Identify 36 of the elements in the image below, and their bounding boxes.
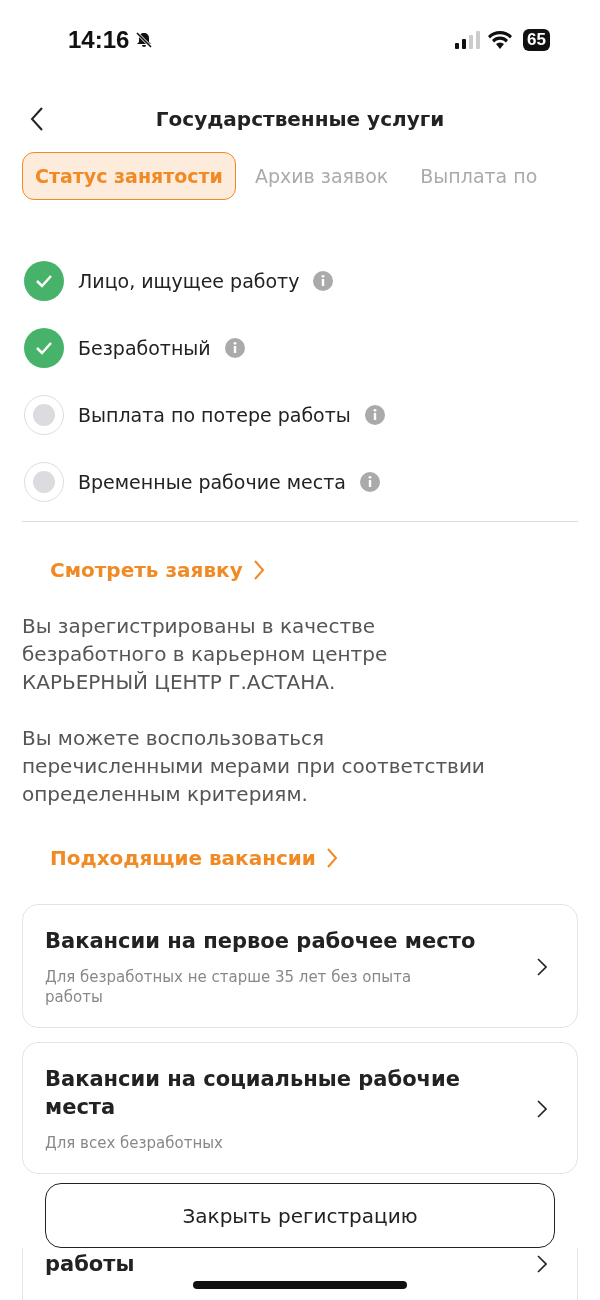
chevron-icon [537, 958, 547, 976]
tab[interactable]: Выплата по [407, 152, 551, 200]
vacancy-card[interactable]: Вакансии на социальные рабочие места Для всех безработных [22, 1042, 578, 1174]
close-registration-button[interactable]: Закрыть регистрацию [45, 1183, 555, 1248]
muted-bell-icon [135, 31, 154, 49]
wifi-icon [487, 31, 514, 49]
info-icon[interactable] [364, 404, 385, 425]
clock: 14:16 [68, 26, 130, 54]
matching-vacancies-link[interactable]: Подходящие вакансии [0, 846, 600, 870]
info-icon[interactable] [313, 270, 334, 291]
card-subtitle: Для безработных не старше 35 лет без опыта работы [45, 967, 413, 1007]
signal-icon [455, 31, 482, 49]
view-application-link[interactable]: Смотреть заявку [0, 558, 600, 582]
status-label: Выплата по потере работы [78, 403, 351, 426]
status-label: Лицо, ищущее работу [78, 269, 300, 292]
page-title: Государственные услуги [155, 107, 445, 131]
card-subtitle: Для всех безработных [45, 1133, 224, 1153]
card-title: работы [45, 1251, 136, 1278]
card-title: Вакансии на первое рабочее место [45, 928, 477, 955]
battery-level: 65 [523, 29, 550, 51]
chevron-icon [252, 559, 265, 581]
checkmark-icon [35, 273, 53, 288]
card-title: Вакансии на социальные рабочие места [45, 1066, 461, 1121]
checkmark-icon [35, 340, 53, 355]
chevron-icon [325, 847, 338, 869]
status-label: Безработный [78, 336, 211, 359]
info-icon[interactable] [359, 471, 380, 492]
info-icon[interactable] [224, 337, 245, 358]
chevron-icon [537, 1100, 547, 1118]
tab[interactable]: Статус занятости [22, 152, 236, 200]
chevron-icon [537, 1255, 547, 1273]
status-label: Временные рабочие места [78, 470, 346, 493]
info-paragraph: Вы зарегистрированы в качестве безработного в карьерном центре КАРЬЕРНЫЙ ЦЕНТР Г.АСТАНА. [21, 613, 389, 696]
tab[interactable]: Архив заявок [241, 152, 402, 200]
vacancy-card[interactable]: Вакансии на первое рабочее место Для безработных не старше 35 лет без опыта работы [22, 904, 578, 1028]
info-paragraph: Вы можете воспользоваться перечисленными мерами при соответствии определенным критериям. [21, 725, 486, 808]
